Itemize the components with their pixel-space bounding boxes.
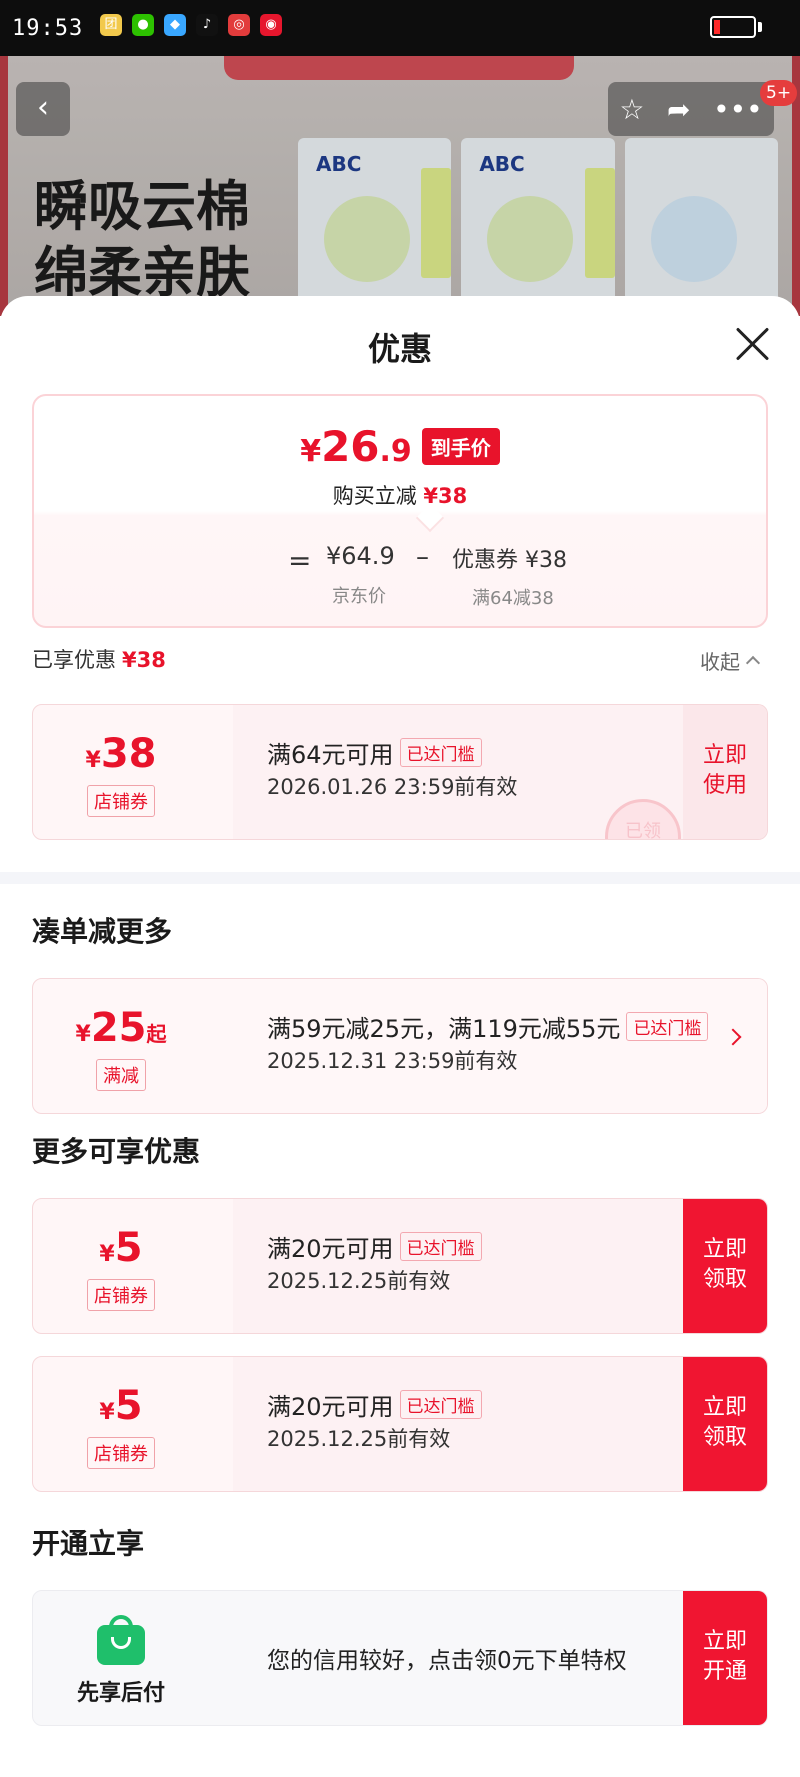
coupon-value: ¥5	[99, 1225, 143, 1271]
pay-later-label: 先享后付	[76, 1681, 165, 1706]
activate-button[interactable]: 立即 开通	[683, 1591, 767, 1725]
use-now-button[interactable]: 立即 使用	[683, 705, 767, 839]
applied-coupon: ¥38 店铺券 满64元可用 已达门槛 2026.01.26 23:59前有效 已…	[32, 704, 768, 840]
section-title-bundle: 凑单减更多	[32, 915, 173, 948]
bundle-offer[interactable]: ¥25起 满减 满59元减25元，满119元减55元 已达门槛 2025.12.3…	[32, 978, 768, 1114]
offer-type-badge: 满减	[96, 1059, 146, 1091]
collapse-toggle[interactable]: 收起	[700, 646, 761, 675]
back-button[interactable]: ‹	[16, 82, 70, 136]
top-actions: ☆ ➦ •••	[608, 82, 774, 136]
chevron-up-icon	[745, 655, 761, 671]
store-coupon: ¥5 店铺券 满20元可用 已达门槛 2025.12.25前有效 立即 领取	[32, 1356, 768, 1492]
section-title-more: 更多可享优惠	[32, 1135, 201, 1168]
share-icon[interactable]: ➦	[667, 93, 690, 126]
threshold-badge: 已达门槛	[399, 1390, 482, 1419]
coupon-title: 满20元可用 已达门槛	[267, 1229, 482, 1264]
enjoyed-discount: 已享优惠 ¥38	[32, 648, 166, 672]
jd-price: ¥64.9	[326, 542, 395, 570]
reduce-summary: 购买立减 ¥38	[332, 484, 468, 508]
offer-value: ¥25起	[75, 1005, 167, 1051]
sheet-title: 优惠	[367, 330, 432, 368]
store-coupon: ¥5 店铺券 满20元可用 已达门槛 2025.12.25前有效 立即 领取	[32, 1198, 768, 1334]
chevron-left-icon: ‹	[37, 90, 49, 125]
claim-coupon-button[interactable]: 立即 领取	[683, 1357, 767, 1491]
coupon-value: ¥5	[99, 1383, 143, 1429]
pay-later-offer: 先享后付 您的信用较好，点击领0元下单特权 立即 开通	[32, 1590, 768, 1726]
shopping-bag-icon	[97, 1615, 145, 1665]
qq-icon: ◆	[164, 14, 186, 36]
coupon-type-badge: 店铺券	[87, 1279, 155, 1311]
threshold-badge: 已达门槛	[399, 1232, 482, 1261]
coupon-amount: 优惠券 ¥38	[452, 548, 567, 573]
section-divider	[0, 872, 800, 884]
pay-later-text: 您的信用较好，点击领0元下单特权	[267, 1648, 627, 1674]
coupon-type-badge: 店铺券	[87, 785, 155, 817]
coupon-type-badge: 店铺券	[87, 1437, 155, 1469]
coupon-title: 满20元可用 已达门槛	[267, 1387, 482, 1422]
wechat-icon: ●	[132, 14, 154, 36]
jd-price-label: 京东价	[332, 586, 386, 607]
netease-music-icon: ◎	[228, 14, 250, 36]
threshold-badge: 已达门槛	[399, 738, 482, 767]
coupon-expiry: 2026.01.26 23:59前有效	[267, 775, 518, 799]
status-bar: 19:53 团 ● ◆ ♪ ◎ ◉	[0, 0, 800, 56]
coupon-expiry: 2025.12.25前有效	[267, 1427, 451, 1451]
close-icon[interactable]	[734, 326, 770, 362]
offer-title: 满59元减25元，满119元减55元 已达门槛	[267, 1009, 709, 1044]
weibo-icon: ◉	[260, 14, 282, 36]
meituan-icon: 团	[100, 14, 122, 36]
section-title-open: 开通立享	[32, 1527, 145, 1560]
tiktok-icon: ♪	[196, 14, 218, 36]
coupon-title: 满64元可用 已达门槛	[267, 735, 482, 770]
discount-sheet: 优惠 ¥26.9 到手价 购买立减 ¥38 = ¥64.9 京东价 – 优惠券 ¥…	[0, 296, 800, 1777]
threshold-badge: 已达门槛	[626, 1012, 709, 1041]
favorite-star-icon[interactable]: ☆	[619, 93, 644, 126]
price-summary-card: ¥26.9 到手价 购买立减 ¥38 = ¥64.9 京东价 – 优惠券 ¥38 …	[32, 394, 768, 628]
more-icon[interactable]: •••	[713, 93, 763, 126]
coupon-expiry: 2025.12.25前有效	[267, 1269, 451, 1293]
message-badge: 5+	[760, 80, 798, 106]
notification-icons: 团 ● ◆ ♪ ◎ ◉	[100, 14, 282, 36]
offer-expiry: 2025.12.31 23:59前有效	[267, 1049, 518, 1073]
claim-coupon-button[interactable]: 立即 领取	[683, 1199, 767, 1333]
coupon-condition: 满64减38	[472, 588, 554, 609]
claimed-stamp: 已领	[605, 799, 681, 839]
final-price: ¥26.9	[300, 422, 412, 471]
final-price-tag: 到手价	[421, 428, 500, 465]
battery-icon	[710, 16, 756, 38]
status-time: 19:53	[12, 16, 84, 41]
coupon-value: ¥38	[85, 731, 157, 777]
price-formula: = ¥64.9 京东价 – 优惠券 ¥38 满64减38	[288, 542, 567, 609]
